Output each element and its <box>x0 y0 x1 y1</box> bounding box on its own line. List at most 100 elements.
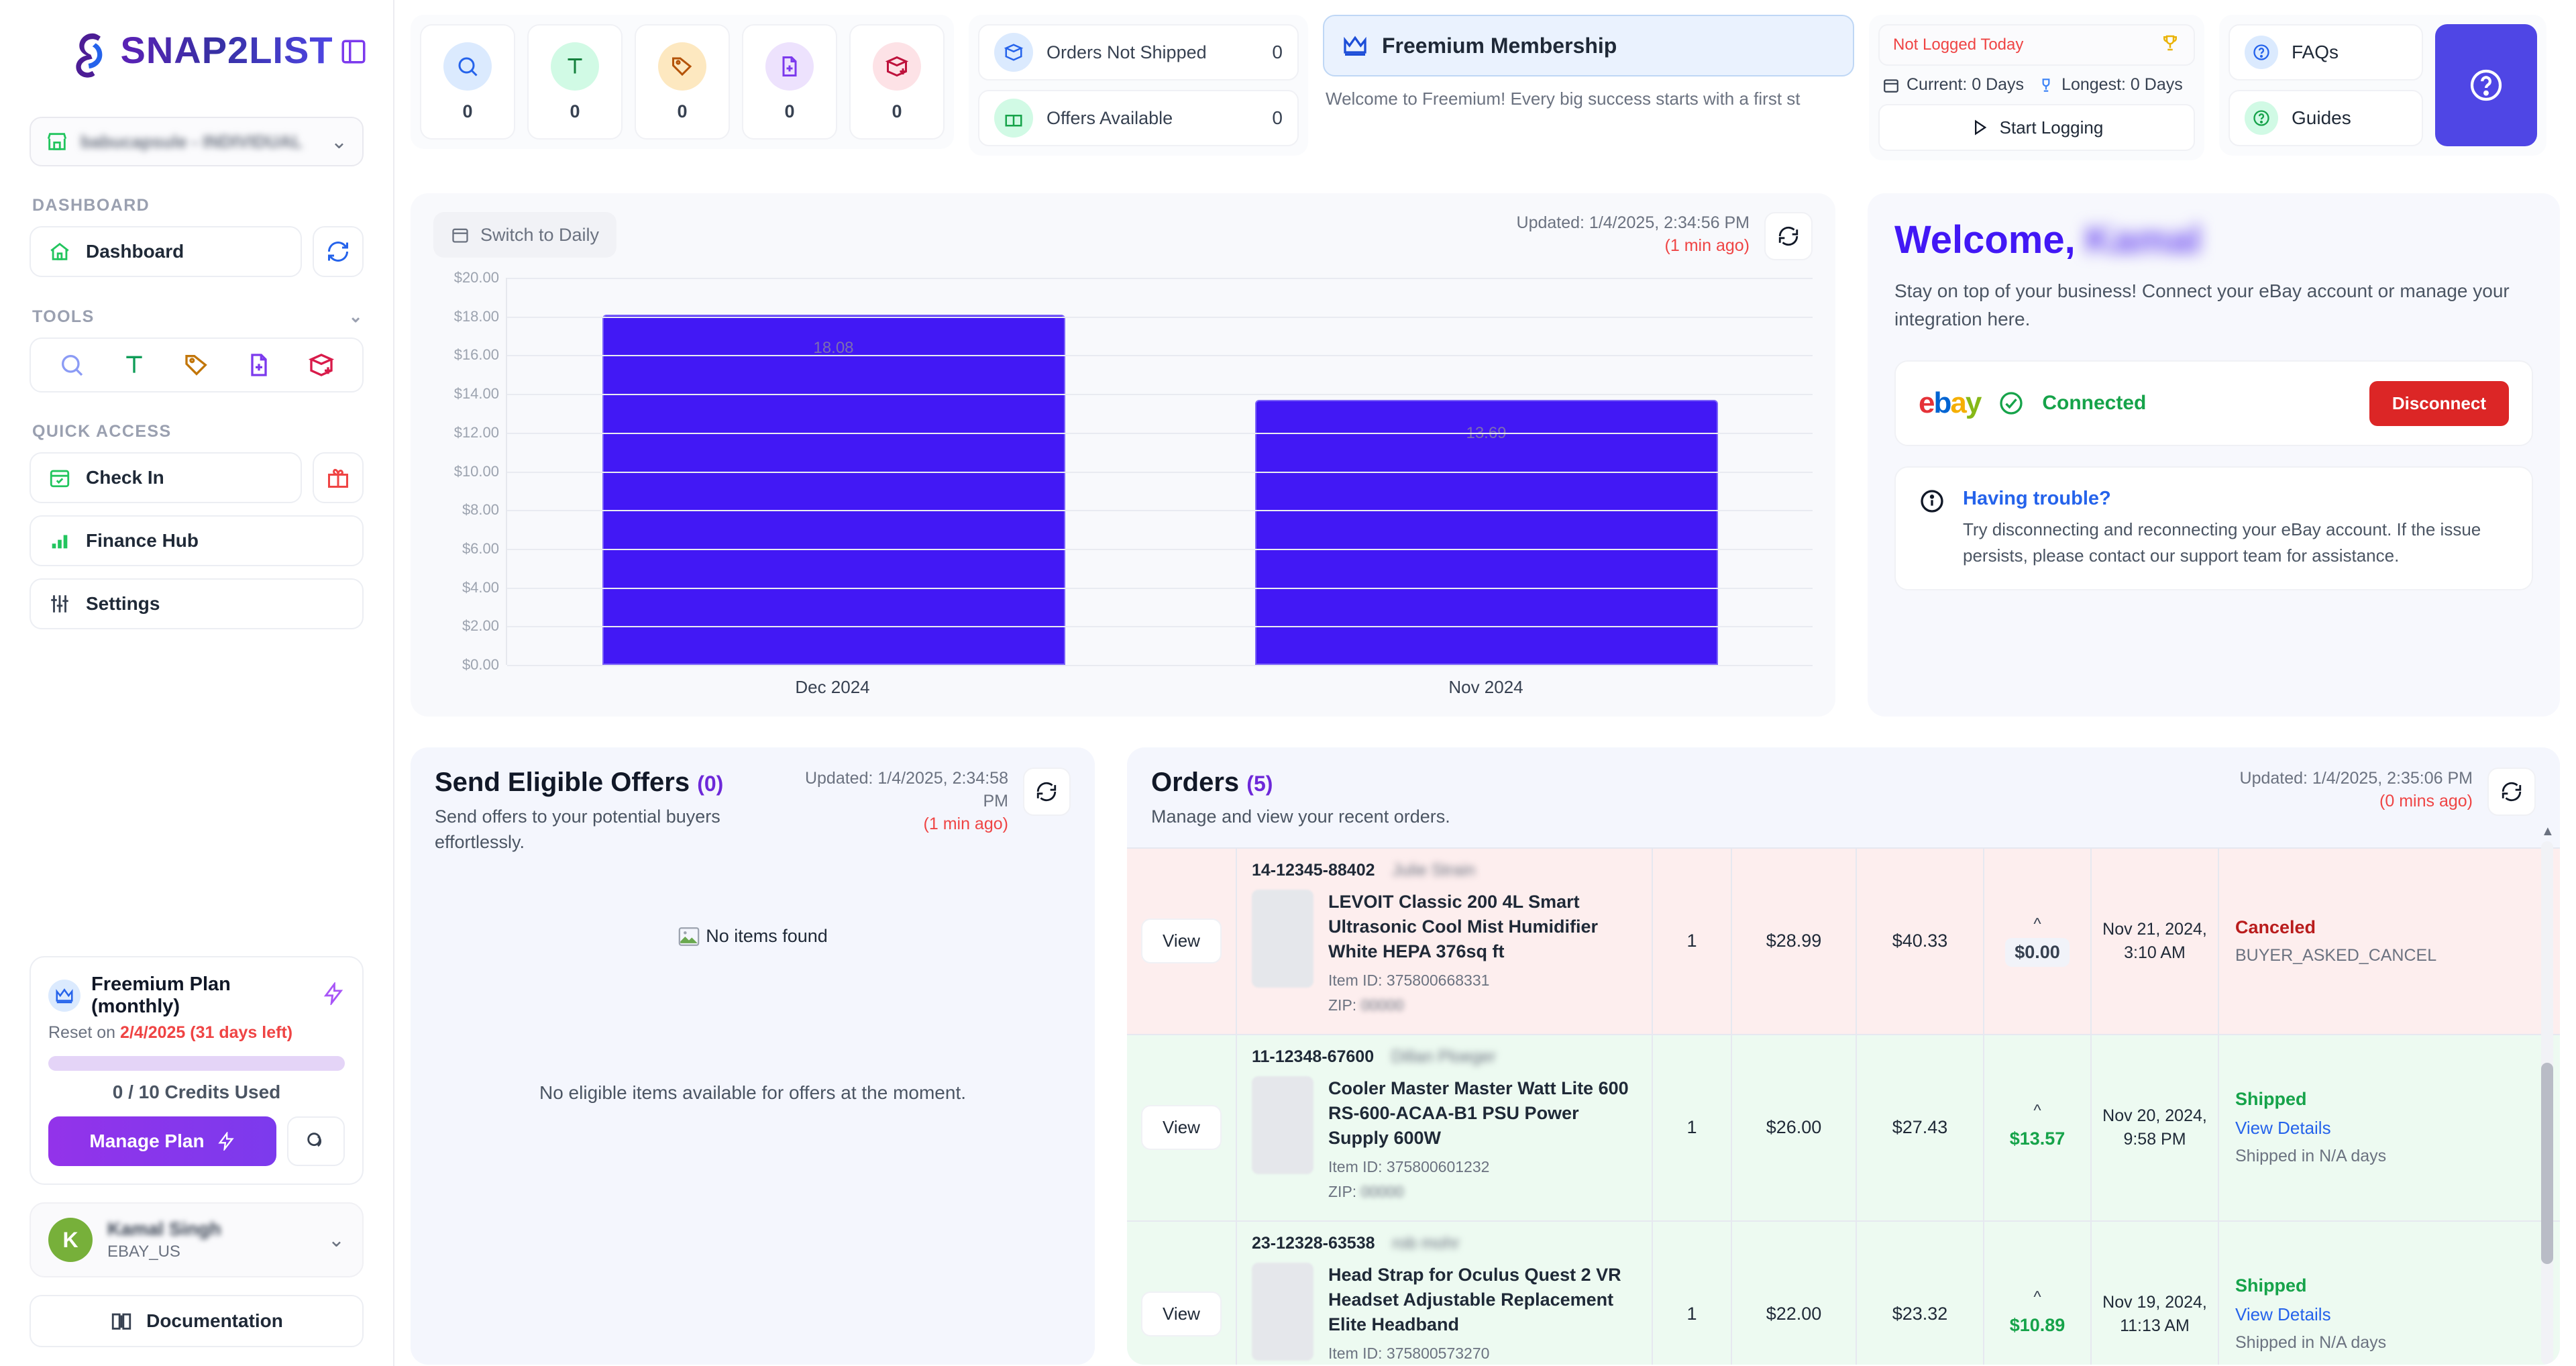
orders-scrollbar[interactable]: ▲ <box>2541 841 2553 1365</box>
chart-bar[interactable]: 18.08 <box>602 315 1065 665</box>
offers-title: Send Eligible Offers (0) <box>435 768 779 798</box>
view-order-button[interactable]: View <box>1141 1105 1222 1150</box>
item-thumbnail <box>1252 1263 1313 1361</box>
sidebar-item-check-in[interactable]: Check In <box>30 452 302 503</box>
sidebar-item-settings[interactable]: Settings <box>30 578 364 629</box>
question-circle-icon <box>2245 101 2278 135</box>
offers-empty-message: No eligible items available for offers a… <box>435 1082 1071 1104</box>
view-order-button[interactable]: View <box>1141 1292 1222 1336</box>
trophy-icon <box>2037 76 2055 94</box>
stat-offers-available[interactable]: Offers Available 0 <box>978 90 1299 146</box>
order-status: Shipped <box>2235 1275 2544 1296</box>
section-label-quick-access: QUICK ACCESS <box>32 422 364 441</box>
coins-icon <box>305 1130 327 1153</box>
chart-gridline <box>507 278 1813 279</box>
tool-text-icon[interactable] <box>113 344 155 386</box>
sidebar-item-settings-label: Settings <box>86 593 160 615</box>
item-title: LEVOIT Classic 200 4L Smart Ultrasonic C… <box>1328 890 1638 965</box>
orders-scrollbar-thumb[interactable] <box>2541 1063 2553 1264</box>
refresh-orders-button[interactable] <box>2487 768 2536 816</box>
tool-chip-search[interactable]: 0 <box>420 24 515 140</box>
scroll-up-icon: ▲ <box>2541 824 2555 839</box>
refresh-offers-button[interactable] <box>1023 768 1071 816</box>
disconnect-button[interactable]: Disconnect <box>2369 381 2509 426</box>
upgrade-bolt-icon[interactable] <box>322 982 345 1010</box>
refresh-dashboard-button[interactable] <box>313 226 364 277</box>
order-date: Nov 21, 2024, 3:10 AM <box>2092 849 2219 1034</box>
view-order-button[interactable]: View <box>1141 918 1222 963</box>
chart-bar[interactable]: 13.69 <box>1255 400 1718 665</box>
ebay-connection-card: ebay Connected Disconnect <box>1894 360 2533 446</box>
sidebar-item-finance-hub[interactable]: Finance Hub <box>30 515 364 566</box>
store-selector[interactable]: babucapsule - INDIVIDUAL ⌄ <box>30 117 364 166</box>
section-label-tools[interactable]: TOOLS ⌄ <box>32 307 364 327</box>
view-details-link[interactable]: View Details <box>2235 1304 2544 1325</box>
account-name: Kamal Singh <box>107 1218 221 1240</box>
help-button[interactable] <box>2435 24 2537 146</box>
calendar-icon <box>451 225 470 244</box>
gift-button[interactable] <box>313 452 364 503</box>
order-status-cell: Canceled BUYER_ASKED_CANCEL <box>2219 849 2560 1034</box>
top-toolbar: 0 0 0 0 <box>411 15 2560 170</box>
order-view-cell: View <box>1127 1222 1237 1365</box>
order-date: Nov 19, 2024, 11:13 AM <box>2092 1222 2219 1365</box>
orders-table: View 14-12345-88402 Julie Strain LEVOIT … <box>1127 847 2560 1365</box>
refresh-icon <box>1777 225 1800 248</box>
stat-orders-not-shipped[interactable]: Orders Not Shipped 0 <box>978 24 1299 81</box>
chart-x-tick: Nov 2024 <box>1159 677 1813 698</box>
account-card[interactable]: K Kamal Singh EBAY_US ⌄ <box>30 1202 364 1277</box>
offers-empty-alt: No items found <box>706 926 828 947</box>
manage-plan-button[interactable]: Manage Plan <box>48 1116 276 1166</box>
chart-gridline <box>507 665 1813 666</box>
welcome-heading: Welcome, Kamal <box>1894 217 2533 262</box>
tool-chip-box-plus-count: 0 <box>892 101 902 122</box>
order-price: $26.00 <box>1732 1035 1857 1220</box>
refresh-chart-button[interactable] <box>1764 212 1813 260</box>
offers-updated-time: Updated: 1/4/2025, 2:34:58 PM <box>779 768 1008 813</box>
logo-text: SNAP2LIST <box>120 23 333 78</box>
tool-box-plus-icon[interactable] <box>301 344 342 386</box>
tool-chip-box-plus[interactable]: 0 <box>849 24 945 140</box>
item-id: Item ID: 375800668331 <box>1328 971 1638 990</box>
documentation-button[interactable]: Documentation <box>30 1295 364 1347</box>
chart-gridline <box>507 510 1813 511</box>
membership-pill[interactable]: Freemium Membership <box>1323 15 1854 76</box>
refresh-icon <box>1035 780 1058 803</box>
toggle-sidebar-icon[interactable] <box>339 38 368 66</box>
order-status: Shipped <box>2235 1089 2544 1110</box>
chart-gridline <box>507 549 1813 550</box>
tool-chip-file-plus[interactable]: 0 <box>742 24 837 140</box>
stat-orders-not-shipped-label: Orders Not Shipped <box>1046 42 1207 63</box>
store-selector-label: babucapsule - INDIVIDUAL <box>80 132 303 152</box>
membership-message: Welcome to Freemium! Every big success s… <box>1323 89 1854 109</box>
start-logging-button[interactable]: Start Logging <box>1878 104 2195 151</box>
stat-orders-not-shipped-value: 0 <box>1272 42 1283 63</box>
logging-current-label: Current: 0 Days <box>1907 75 2024 95</box>
orders-title: Orders (5) <box>1151 768 1450 798</box>
caret-up-icon: ^ <box>2033 1102 2041 1120</box>
dashboard-bottom-row: Send Eligible Offers (0) Send offers to … <box>411 747 2560 1365</box>
switch-to-daily-button[interactable]: Switch to Daily <box>433 212 616 258</box>
order-status-cell: Shipped View Details Shipped in N/A days <box>2219 1035 2560 1220</box>
tag-icon <box>658 42 706 91</box>
view-details-link[interactable]: View Details <box>2235 1118 2544 1139</box>
tool-chip-tag[interactable]: 0 <box>635 24 730 140</box>
sidebar-item-dashboard[interactable]: Dashboard <box>30 226 302 277</box>
tool-search-icon[interactable] <box>51 344 93 386</box>
play-icon <box>1970 118 1989 137</box>
tool-chip-text[interactable]: 0 <box>527 24 623 140</box>
guides-button[interactable]: Guides <box>2229 90 2423 146</box>
snap2list-logo-icon <box>60 27 112 79</box>
order-buyer: Dillan Ploeger <box>1391 1047 1496 1067</box>
manage-plan-label: Manage Plan <box>89 1131 204 1152</box>
orders-updated: Updated: 1/4/2025, 2:35:06 PM (0 mins ag… <box>2240 768 2473 813</box>
order-profit-cell: ^ $13.57 <box>1984 1035 2092 1220</box>
table-row: View 11-12348-67600 Dillan Ploeger Coole… <box>1127 1034 2560 1220</box>
tool-file-plus-icon[interactable] <box>238 344 280 386</box>
credits-button[interactable] <box>287 1116 345 1166</box>
chart-gridline <box>507 355 1813 356</box>
tool-tag-icon[interactable] <box>176 344 217 386</box>
faqs-button[interactable]: FAQs <box>2229 24 2423 81</box>
trophy-icon <box>2160 33 2180 58</box>
package-icon <box>994 33 1033 72</box>
